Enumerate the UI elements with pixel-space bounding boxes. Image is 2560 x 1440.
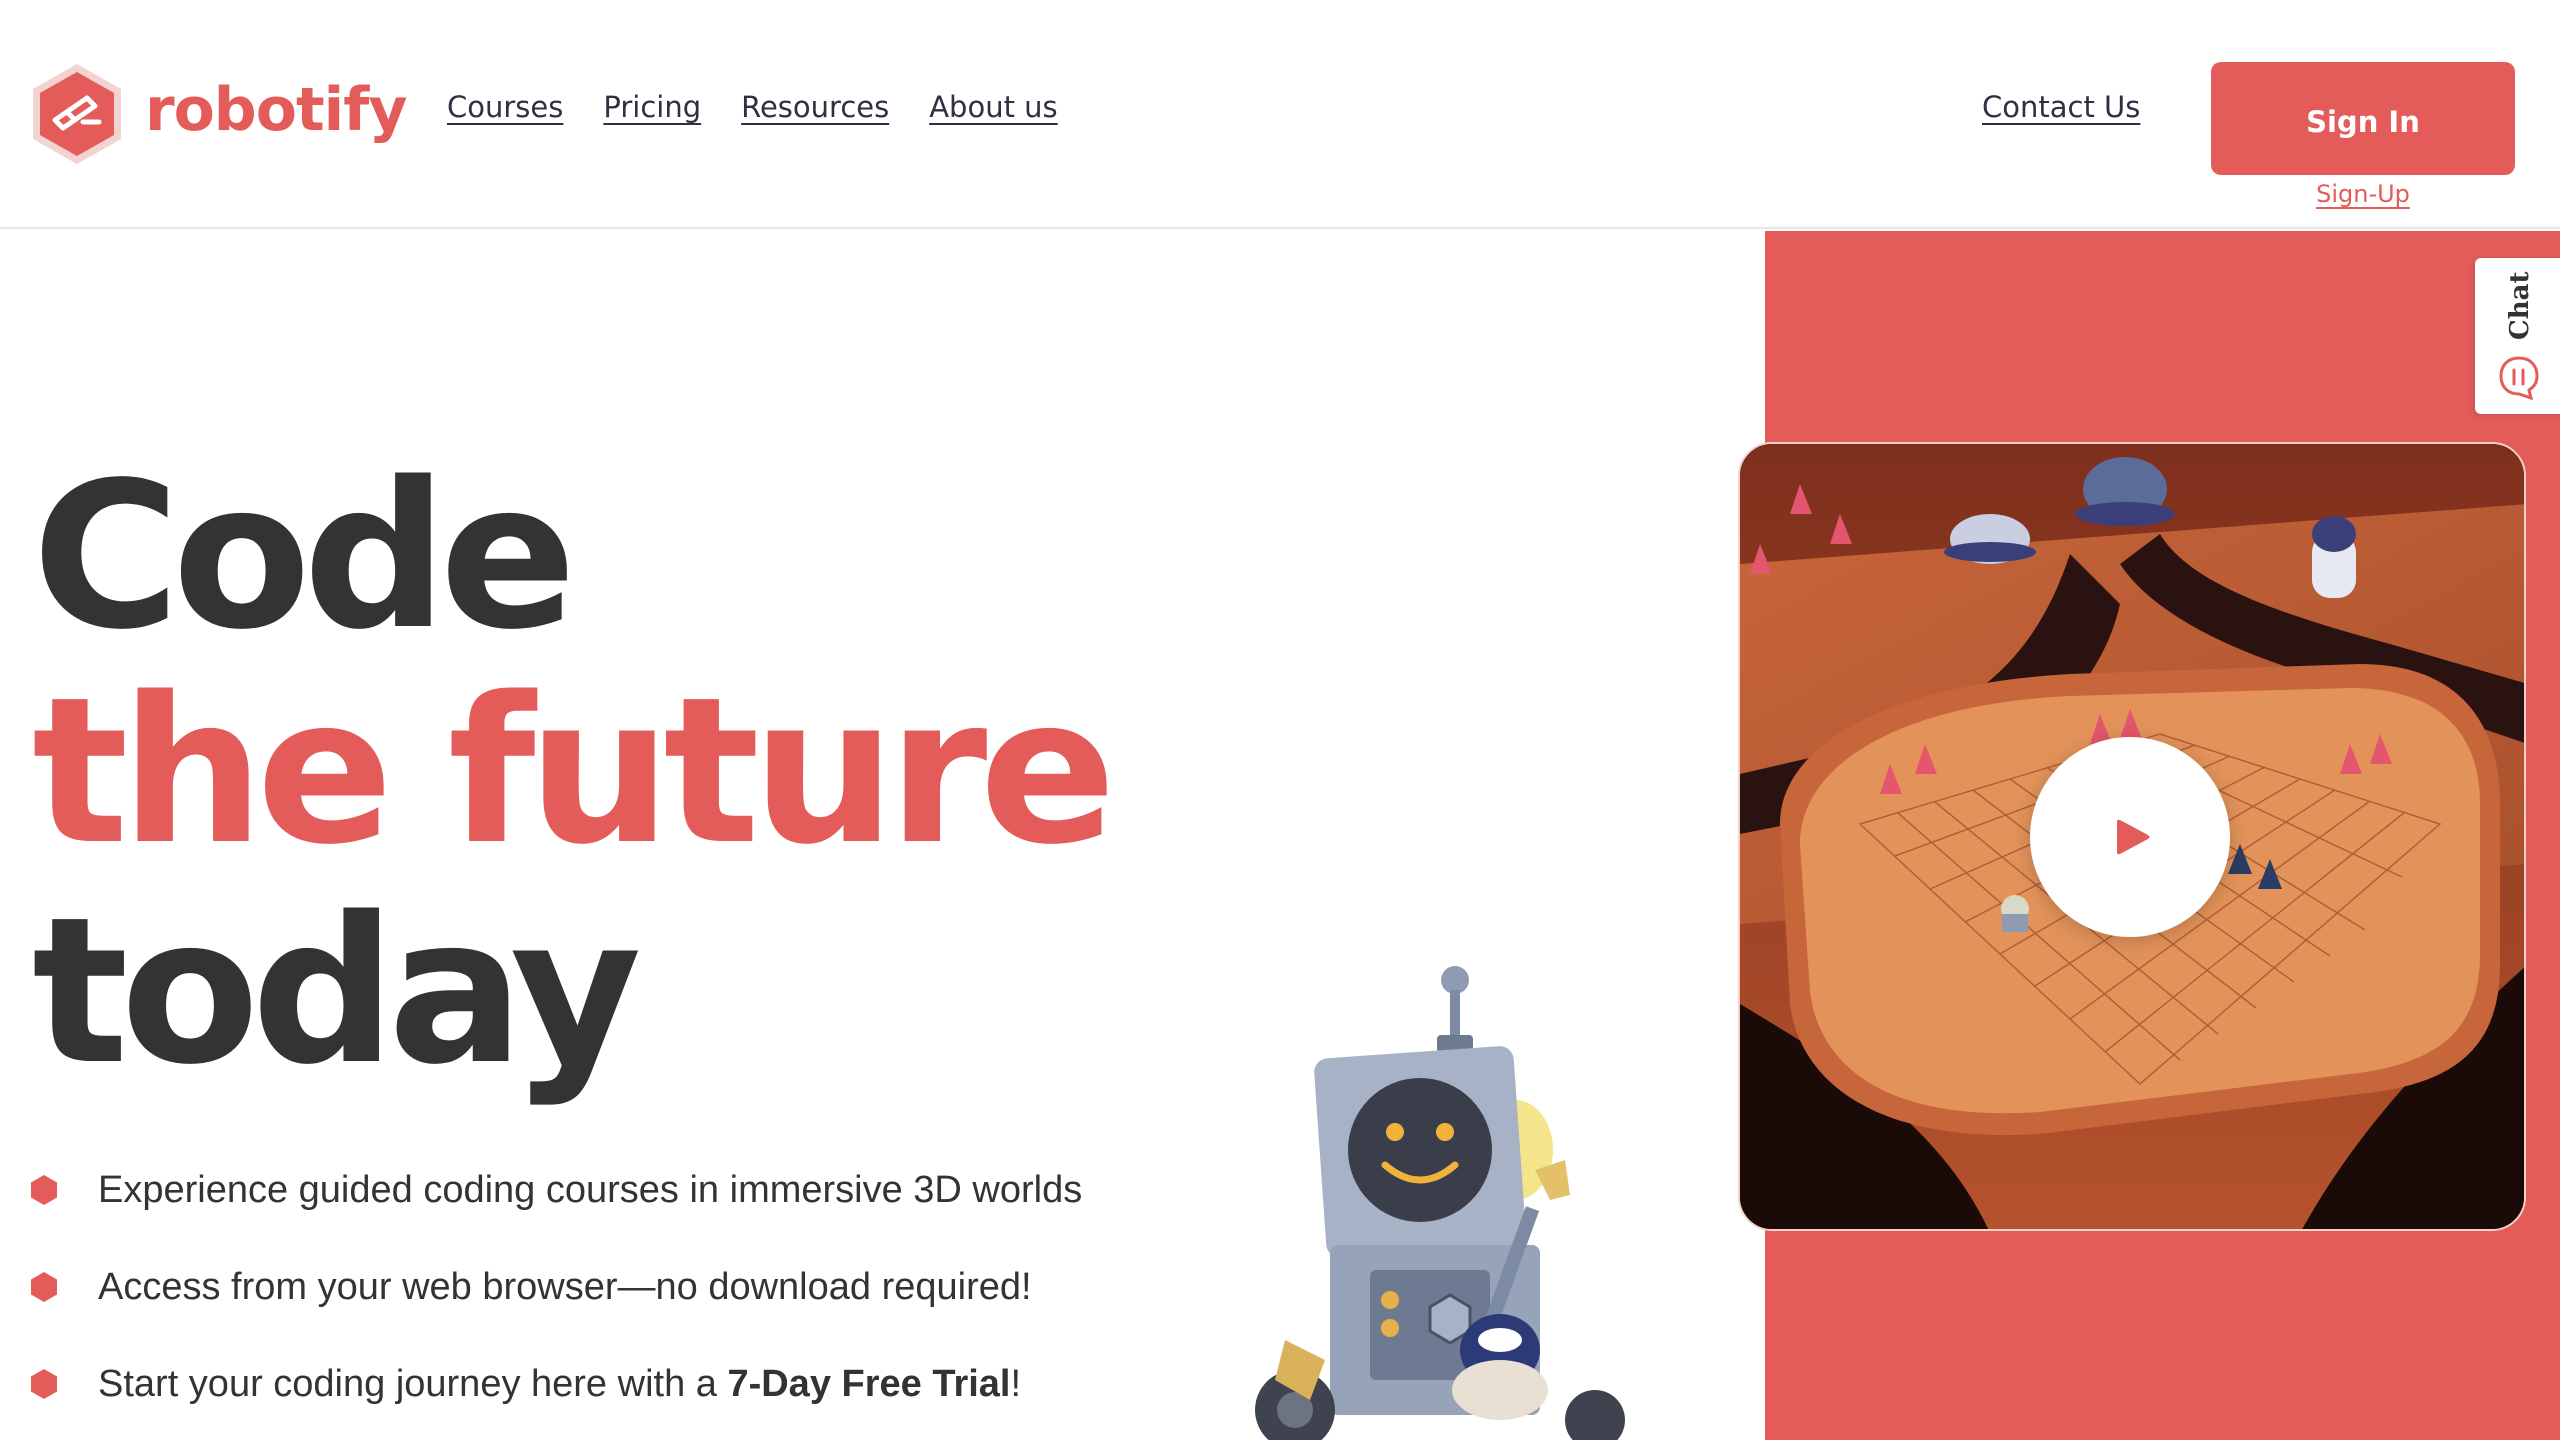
intro-video-player[interactable] xyxy=(1738,442,2526,1231)
feature-item: Start your coding journey here with a 7-… xyxy=(30,1362,1082,1405)
sign-up-link[interactable]: Sign-Up xyxy=(2211,180,2515,208)
nav-link-courses[interactable]: Courses xyxy=(447,90,563,124)
nav-link-resources[interactable]: Resources xyxy=(741,90,889,124)
hero-line-the-future: the future xyxy=(32,653,1116,889)
robotify-logo-icon xyxy=(33,64,121,164)
play-icon xyxy=(2117,819,2150,855)
hero-line-code: Code xyxy=(32,438,577,674)
hexagon-bullet-icon xyxy=(31,1272,57,1302)
feature-text: Start your coding journey here with a 7-… xyxy=(98,1362,1022,1405)
contact-us-link[interactable]: Contact Us xyxy=(1982,90,2140,124)
play-button[interactable] xyxy=(2030,737,2230,937)
chat-label: Chat xyxy=(2505,271,2535,340)
chat-bubble-icon xyxy=(2499,356,2539,401)
brand-logo[interactable]: robotify xyxy=(29,62,407,166)
main-nav: Courses Pricing Resources About us xyxy=(447,90,1058,124)
feature-item: Access from your web browser—no download… xyxy=(30,1265,1082,1308)
feature-text: Access from your web browser—no download… xyxy=(98,1265,1032,1308)
nav-link-about-us[interactable]: About us xyxy=(929,90,1057,124)
free-trial-highlight: 7-Day Free Trial xyxy=(727,1362,1011,1405)
hexagon-bullet-icon xyxy=(31,1175,57,1205)
nav-link-pricing[interactable]: Pricing xyxy=(603,90,701,124)
brand-name: robotify xyxy=(145,75,407,145)
feature-item: Experience guided coding courses in imme… xyxy=(30,1168,1083,1211)
feature-text: Experience guided coding courses in imme… xyxy=(98,1168,1083,1211)
robot-mascot-illustration xyxy=(1255,966,1625,1440)
hexagon-bullet-icon xyxy=(31,1369,57,1399)
feature-list: Experience guided coding courses in imme… xyxy=(30,1168,1083,1440)
hero-line-today: today xyxy=(32,873,642,1109)
sign-in-button[interactable]: Sign In xyxy=(2211,62,2515,175)
chat-widget-tab[interactable]: Chat xyxy=(2475,258,2560,414)
site-header: robotify Courses Pricing Resources About… xyxy=(0,0,2560,229)
